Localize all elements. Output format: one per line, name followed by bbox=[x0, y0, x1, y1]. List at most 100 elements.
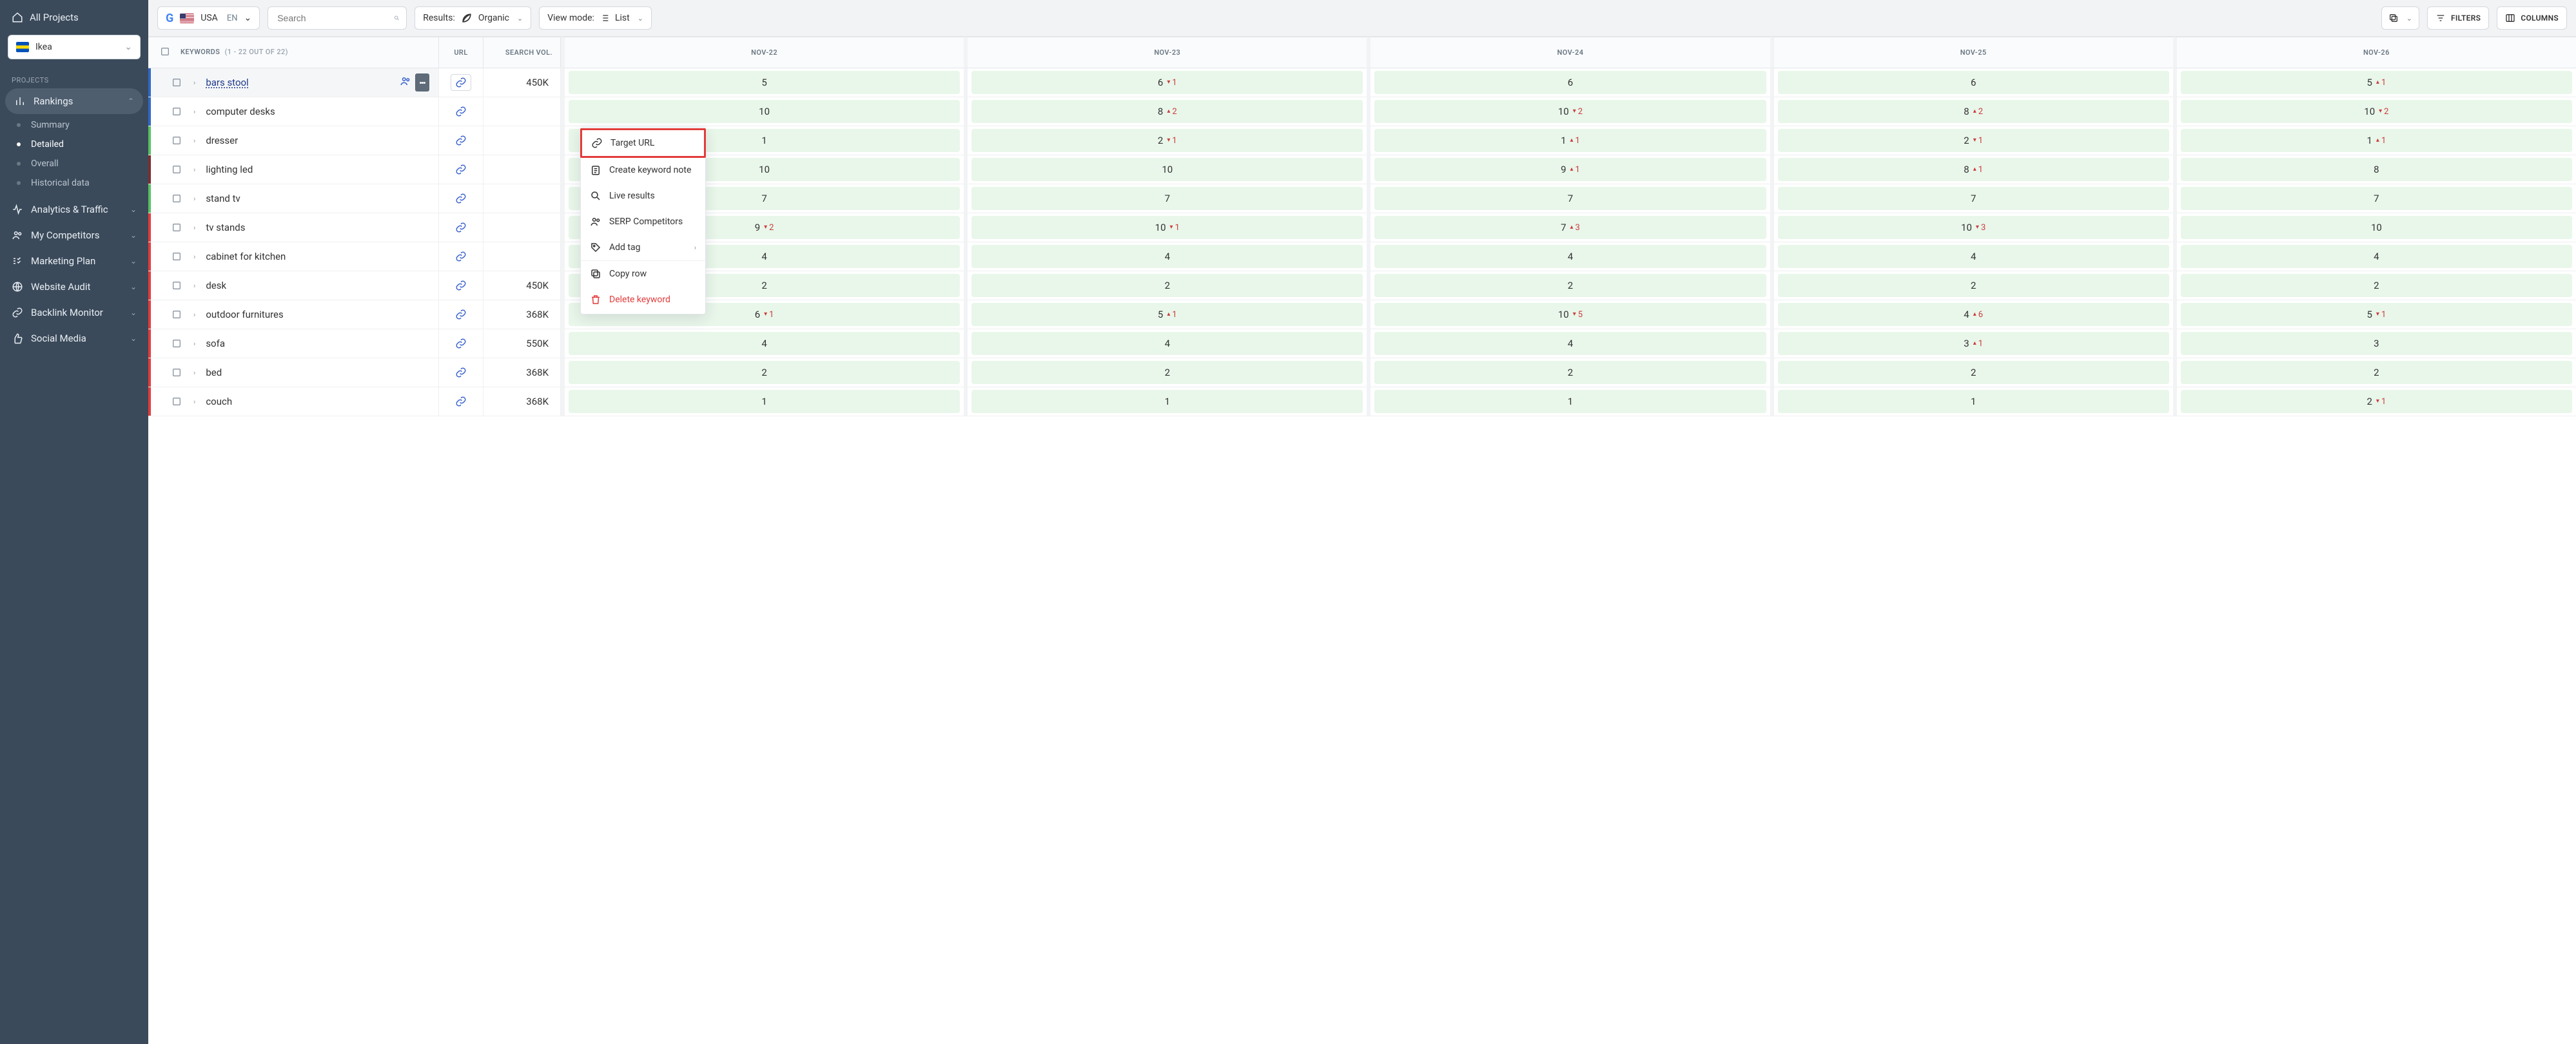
keyword-text: desk bbox=[206, 280, 226, 291]
ctx-create-note[interactable]: Create keyword note bbox=[581, 157, 705, 183]
copy-button[interactable]: ⌄ bbox=[2381, 6, 2419, 30]
row-checkbox[interactable] bbox=[171, 396, 183, 407]
expand-row[interactable]: › bbox=[191, 195, 198, 203]
rank-chip: 10▾5 bbox=[1374, 303, 1766, 326]
expand-row[interactable]: › bbox=[191, 224, 198, 232]
row-checkbox[interactable] bbox=[171, 280, 183, 291]
row-checkbox[interactable] bbox=[171, 338, 183, 349]
expand-row[interactable]: › bbox=[191, 282, 198, 290]
viewmode-selector[interactable]: View mode: List ⌄ bbox=[539, 6, 652, 30]
all-projects-label: All Projects bbox=[30, 12, 79, 23]
filters-button[interactable]: FILTERS bbox=[2427, 6, 2489, 30]
all-projects-link[interactable]: All Projects bbox=[0, 5, 148, 30]
expand-row[interactable]: › bbox=[191, 398, 198, 406]
subnav-detailed[interactable]: Detailed bbox=[0, 135, 148, 154]
rank-cell: 10▾2 bbox=[2173, 97, 2576, 126]
table-row: ›dresser12▾11▴12▾11▴1 bbox=[148, 126, 2576, 155]
ctx-serp-competitors[interactable]: SERP Competitors bbox=[581, 209, 705, 235]
rank-chip: 2 bbox=[971, 361, 1363, 384]
keyword-text: cabinet for kitchen bbox=[206, 251, 286, 262]
chevron-down-icon: ⌄ bbox=[130, 231, 137, 240]
expand-row[interactable]: › bbox=[191, 369, 198, 377]
nav-rankings-label: Rankings bbox=[34, 95, 73, 107]
rank-value: 1 bbox=[761, 135, 766, 146]
url-link-button[interactable] bbox=[451, 103, 471, 120]
rank-cell: 10▾3 bbox=[1770, 213, 2173, 242]
rank-cell: 4 bbox=[964, 242, 1367, 271]
rank-value: 1 bbox=[761, 396, 766, 407]
row-checkbox[interactable] bbox=[171, 193, 183, 204]
ctx-target-url[interactable]: Target URL bbox=[580, 128, 706, 158]
row-checkbox[interactable] bbox=[171, 77, 183, 88]
rank-chip: 2▾1 bbox=[971, 129, 1363, 152]
nav-social[interactable]: Social Media ⌄ bbox=[0, 325, 148, 351]
results-filter[interactable]: Results: Organic ⌄ bbox=[415, 6, 531, 30]
rank-delta: ▾2 bbox=[764, 223, 774, 233]
expand-row[interactable]: › bbox=[191, 108, 198, 116]
rank-chip: 4 bbox=[1778, 245, 2169, 268]
project-selector[interactable]: Ikea ⌄ bbox=[8, 35, 141, 59]
row-checkbox[interactable] bbox=[171, 251, 183, 262]
url-link-button[interactable] bbox=[451, 306, 471, 323]
nav-competitors[interactable]: My Competitors ⌄ bbox=[0, 222, 148, 248]
nav-analytics[interactable]: Analytics & Traffic ⌄ bbox=[0, 197, 148, 222]
more-actions-button[interactable] bbox=[415, 73, 429, 92]
link-icon bbox=[455, 106, 467, 117]
rank-value: 7 bbox=[1971, 193, 1976, 204]
row-checkbox[interactable] bbox=[171, 222, 183, 233]
rank-delta: ▴1 bbox=[1167, 310, 1176, 320]
ctx-copy-row[interactable]: Copy row bbox=[581, 260, 705, 287]
ctx-delete-keyword[interactable]: Delete keyword bbox=[581, 287, 705, 313]
url-link-button[interactable] bbox=[451, 190, 471, 207]
expand-row[interactable]: › bbox=[191, 340, 198, 348]
nav-audit[interactable]: Website Audit ⌄ bbox=[0, 274, 148, 300]
expand-row[interactable]: › bbox=[191, 253, 198, 261]
ctx-add-tag[interactable]: Add tag › bbox=[581, 235, 705, 260]
columns-button[interactable]: COLUMNS bbox=[2497, 6, 2567, 30]
subnav-summary[interactable]: Summary bbox=[0, 115, 148, 135]
url-cell bbox=[438, 329, 483, 358]
url-link-button[interactable] bbox=[451, 248, 471, 265]
rank-delta: ▴2 bbox=[1973, 107, 1983, 117]
expand-row[interactable]: › bbox=[191, 79, 198, 87]
url-link-button[interactable] bbox=[451, 132, 471, 149]
search-engine-selector[interactable]: G USA EN ⌄ bbox=[157, 6, 260, 30]
url-cell bbox=[438, 387, 483, 416]
rank-value: 7 bbox=[1561, 222, 1566, 233]
row-checkbox[interactable] bbox=[171, 106, 183, 117]
subnav-historical[interactable]: Historical data bbox=[0, 173, 148, 193]
row-checkbox[interactable] bbox=[171, 309, 183, 320]
rank-chip: 10▾2 bbox=[2181, 100, 2572, 123]
nav-marketing[interactable]: Marketing Plan ⌄ bbox=[0, 248, 148, 274]
ctx-live-results[interactable]: Live results bbox=[581, 183, 705, 209]
nav-backlink[interactable]: Backlink Monitor ⌄ bbox=[0, 300, 148, 325]
search-input-wrap[interactable] bbox=[268, 6, 407, 30]
url-link-button[interactable] bbox=[451, 161, 471, 178]
main-content: G USA EN ⌄ Results: Organic ⌄ View mode:… bbox=[148, 0, 2576, 1044]
url-link-button[interactable] bbox=[451, 364, 471, 381]
nav-rankings[interactable]: Rankings ⌃ bbox=[5, 88, 143, 114]
keyword-text: dresser bbox=[206, 135, 238, 146]
url-link-button[interactable] bbox=[451, 74, 471, 91]
rank-chip: 3▴1 bbox=[1778, 332, 2169, 355]
subnav-overall[interactable]: Overall bbox=[0, 154, 148, 173]
serp-competitors-icon[interactable] bbox=[400, 75, 411, 90]
sidebar: All Projects Ikea ⌄ PROJECTS Rankings ⌃ … bbox=[0, 0, 148, 1044]
row-checkbox[interactable] bbox=[171, 164, 183, 175]
select-all-checkbox[interactable] bbox=[160, 46, 171, 57]
row-checkbox[interactable] bbox=[171, 135, 183, 146]
bar-chart-icon bbox=[14, 95, 26, 107]
row-checkbox[interactable] bbox=[171, 367, 183, 378]
url-link-button[interactable] bbox=[451, 393, 471, 410]
expand-row[interactable]: › bbox=[191, 137, 198, 145]
keyword-text[interactable]: bars stool bbox=[206, 77, 248, 88]
viewmode-label: View mode: bbox=[547, 13, 594, 23]
search-input[interactable] bbox=[277, 13, 394, 23]
url-link-button[interactable] bbox=[451, 335, 471, 352]
expand-row[interactable]: › bbox=[191, 166, 198, 174]
url-link-button[interactable] bbox=[451, 277, 471, 294]
rank-delta: ▴2 bbox=[1167, 107, 1176, 117]
expand-row[interactable]: › bbox=[191, 311, 198, 319]
url-link-button[interactable] bbox=[451, 219, 471, 236]
rank-cell: 7▴3 bbox=[1367, 213, 1770, 242]
